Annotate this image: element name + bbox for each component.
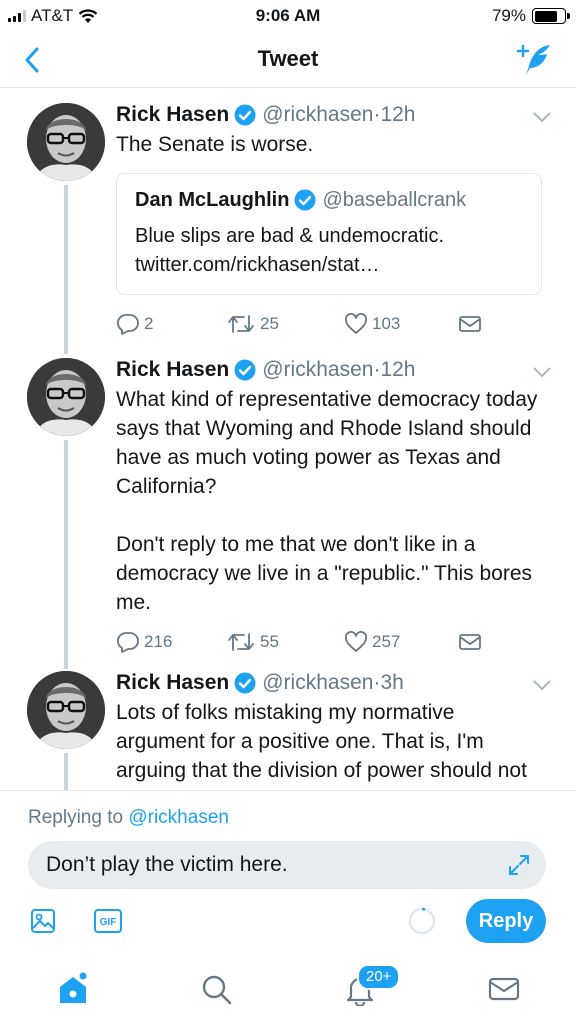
retweet-action[interactable]: 25 [226,313,344,335]
tweet-text: Lots of folks mistaking my normative arg… [116,701,527,790]
status-right: 79% [491,6,570,26]
image-icon[interactable] [30,908,56,934]
avatar-photo [27,358,105,436]
like-action[interactable]: 257 [344,631,458,653]
nav-bar: Tweet [0,32,576,88]
retweet-icon [228,315,254,333]
author-name[interactable]: Rick Hasen [116,356,229,384]
envelope-icon [459,316,481,332]
page-title: Tweet [257,46,319,71]
author-name[interactable]: Rick Hasen [116,101,229,129]
reply-composer: Replying to @rickhasen Don’t play the vi… [0,790,576,950]
retweet-count: 55 [260,632,279,651]
quoted-author-handle: @baseballcrank [322,189,467,211]
tweet-header: Rick Hasen @rickhasen · 12h [116,356,542,384]
character-counter-icon [408,907,436,935]
like-count: 103 [372,314,401,333]
avatar[interactable] [27,103,105,181]
reply-input-value: Don’t play the victim here. [46,853,288,876]
direct-message-action[interactable] [458,632,482,652]
notifications-badge: 20+ [357,964,401,990]
expand-icon[interactable] [508,854,530,876]
compose-tweet-icon[interactable] [516,42,554,78]
reply-icon [116,632,139,653]
heart-icon [345,631,367,652]
quoted-tweet-text: Blue slips are bad & undemocratic. twitt… [135,225,445,276]
reply-input[interactable]: Don’t play the victim here. [28,841,546,889]
tweet-header: Rick Hasen @rickhasen · 12h [116,101,542,129]
tab-bar: 20+ [0,950,576,1024]
tweet-actions: 2 25 103 [116,309,542,339]
battery-icon [532,8,570,24]
envelope-icon [459,634,481,650]
tweet-content: Rick Hasen @rickhasen · 12h The Senate i… [116,101,542,339]
tweet-age: 3h [380,671,404,694]
quoted-tweet-header: Dan McLaughlin @baseballcrank [135,186,523,214]
author-handle[interactable]: @rickhasen [262,669,373,697]
author-name[interactable]: Rick Hasen [116,669,229,697]
status-bar: AT&T 9:06 AM 79% [0,0,576,32]
reply-action[interactable]: 216 [116,631,226,653]
separator-dot: · [373,103,381,126]
verified-badge-icon [234,359,256,381]
separator-dot: · [373,358,381,381]
direct-message-action[interactable] [458,314,482,334]
reply-icon [116,314,139,335]
thread-line [64,185,68,354]
thread-line [64,440,68,669]
reply-count: 2 [144,314,154,333]
tweet-header: Rick Hasen @rickhasen · 3h [116,669,542,697]
quoted-tweet[interactable]: Dan McLaughlin @baseballcrank Blue slips… [116,173,542,295]
home-icon[interactable] [56,972,90,1006]
thread-line [64,753,68,790]
tweet-3[interactable]: Rick Hasen @rickhasen · 3h Lots of folks… [0,669,576,790]
battery-percent: 79% [491,6,526,25]
search-icon[interactable] [199,972,233,1006]
retweet-count: 25 [260,314,279,333]
avatar[interactable] [27,358,105,436]
tweet-content: Rick Hasen @rickhasen · 12h What kind of… [116,356,542,657]
reply-count: 216 [144,632,173,651]
tweet-text: The Senate is worse. [116,133,314,156]
replying-to-label: Replying to @rickhasen [28,807,229,829]
avatar-photo [27,671,105,749]
verified-badge-icon [234,672,256,694]
tweet-text: What kind of representative democracy to… [116,388,538,614]
tweet-2[interactable]: Rick Hasen @rickhasen · 12h What kind of… [0,354,576,669]
retweet-icon [228,633,254,651]
verified-badge-icon [294,189,316,211]
messages-icon[interactable] [487,972,521,1006]
like-count: 257 [372,632,401,651]
replying-to-handle[interactable]: @rickhasen [128,807,229,828]
avatar-photo [27,103,105,181]
avatar[interactable] [27,671,105,749]
verified-badge-icon [234,104,256,126]
gif-icon[interactable]: GIF [94,909,122,933]
tweet-age: 12h [380,103,416,126]
tweet-actions: 216 55 257 [116,627,542,657]
separator-dot: · [373,671,381,694]
retweet-action[interactable]: 55 [226,631,344,653]
tweet-age: 12h [380,358,416,381]
like-action[interactable]: 103 [344,313,458,335]
heart-icon [345,313,367,334]
author-handle[interactable]: @rickhasen [262,101,373,129]
tweet-content: Rick Hasen @rickhasen · 3h Lots of folks… [116,669,542,790]
quoted-author-name: Dan McLaughlin [135,189,290,211]
gif-label: GIF [100,917,117,928]
status-time: 9:06 AM [255,6,321,25]
tweet-thread: Rick Hasen @rickhasen · 12h The Senate i… [0,89,576,790]
replying-prefix: Replying to [28,807,124,828]
reply-action[interactable]: 2 [116,313,226,335]
reply-button[interactable]: Reply [466,899,546,943]
author-handle[interactable]: @rickhasen [262,356,373,384]
tweet-1[interactable]: Rick Hasen @rickhasen · 12h The Senate i… [0,89,576,354]
